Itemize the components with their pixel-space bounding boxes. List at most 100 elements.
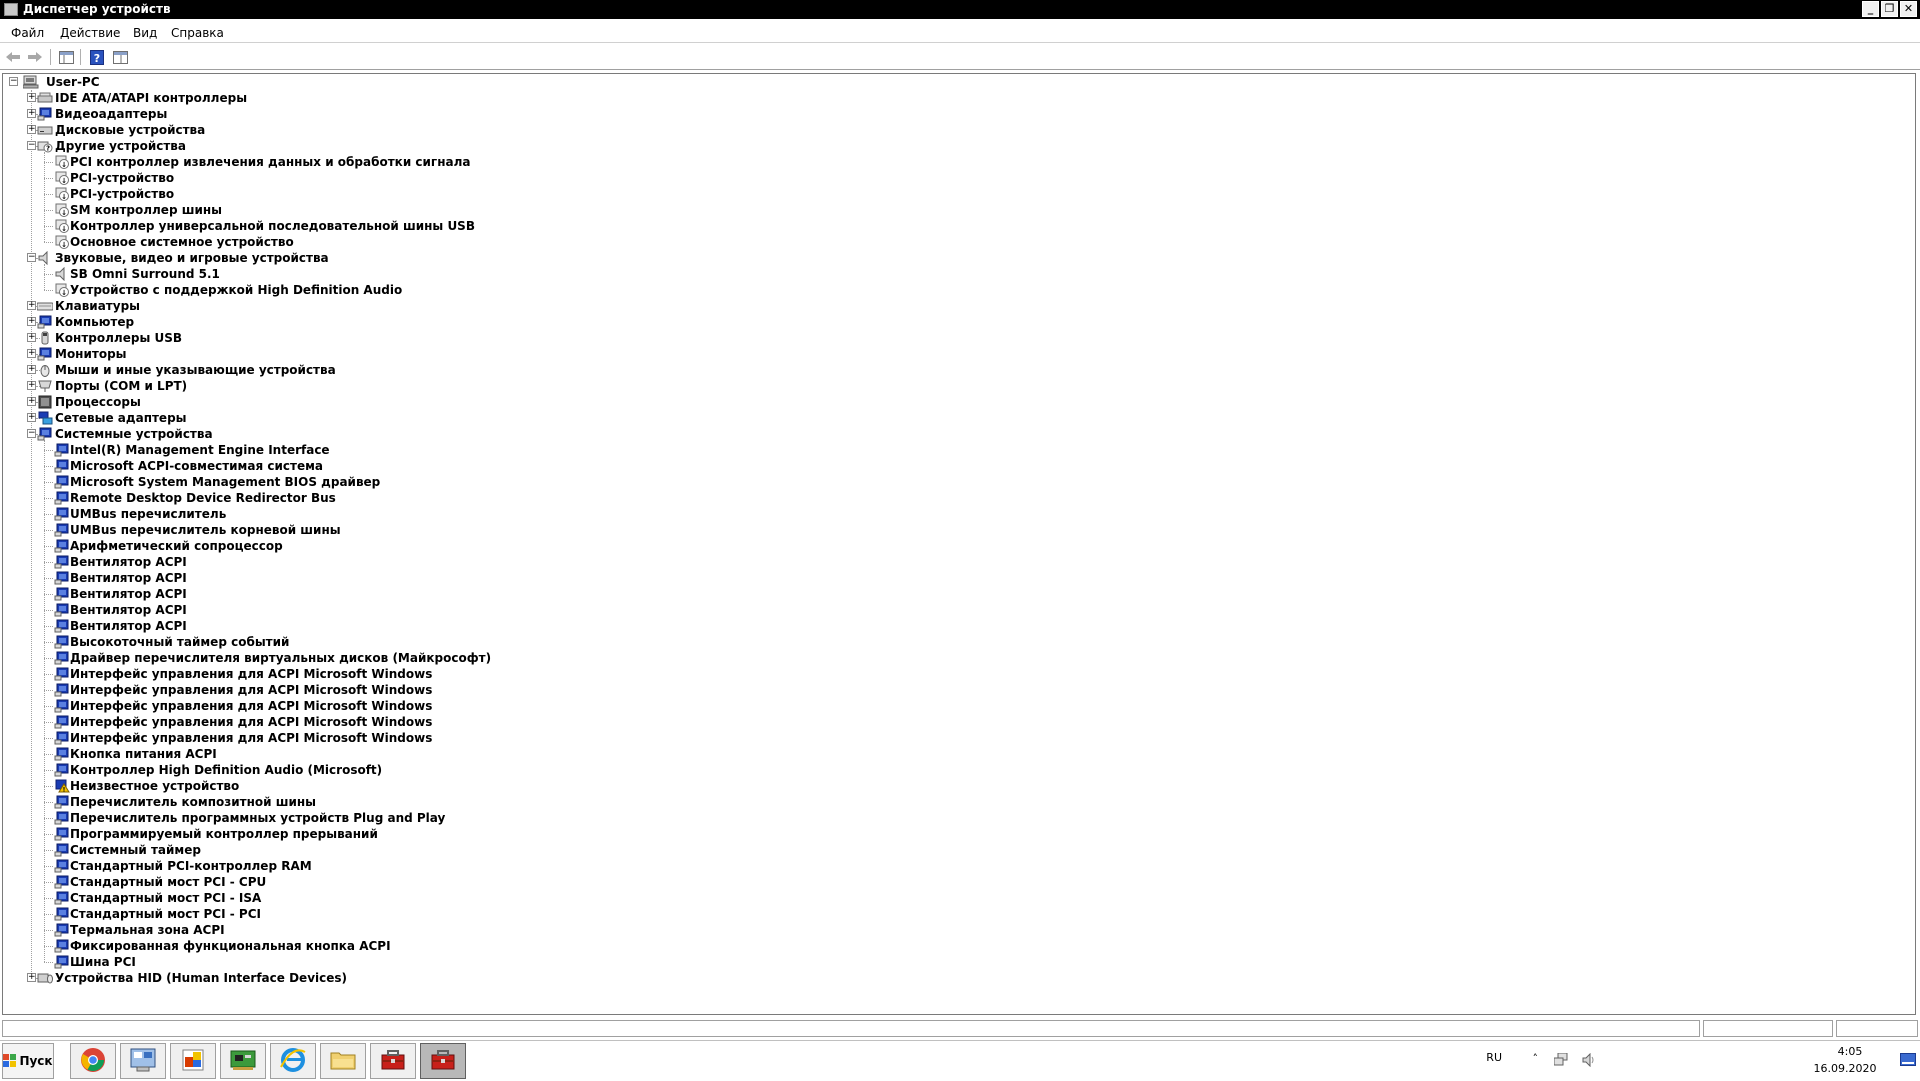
system-device-icon xyxy=(54,875,70,889)
system-device-icon xyxy=(54,891,70,905)
taskbar: Пуск RU ˄ 4:05 16.09.2020 xyxy=(0,1040,1920,1080)
expand-toggle[interactable]: + xyxy=(27,93,36,102)
tree-category-label: Дисковые устройства xyxy=(55,123,206,137)
port-icon xyxy=(37,379,53,393)
status-bar xyxy=(0,1018,1920,1040)
ide-controller-icon xyxy=(37,91,53,105)
collapse-root-toggle[interactable]: − xyxy=(9,77,18,86)
taskbar-app-toolbox[interactable] xyxy=(370,1043,416,1079)
tree-device-label: Перечислитель программных устройств Plug… xyxy=(70,811,446,825)
system-device-icon xyxy=(54,715,70,729)
expand-toggle[interactable]: + xyxy=(27,973,36,982)
expand-toggle[interactable]: + xyxy=(27,301,36,310)
system-device-icon xyxy=(54,699,70,713)
show-hidden-icons-icon[interactable]: ˄ xyxy=(1533,1052,1539,1065)
computer-icon xyxy=(37,315,53,329)
clock-time[interactable]: 4:05 xyxy=(1820,1045,1880,1058)
help-icon[interactable]: ? xyxy=(88,49,106,65)
system-device-icon xyxy=(54,571,70,585)
menu-view[interactable]: Вид xyxy=(133,26,157,40)
expand-toggle[interactable]: + xyxy=(27,333,36,342)
collapse-toggle[interactable]: − xyxy=(27,141,36,150)
tree-category-label: Компьютер xyxy=(55,315,135,329)
svg-text:↓: ↓ xyxy=(61,177,67,185)
status-cell-main xyxy=(2,1020,1700,1037)
tree-device-label: Термальная зона ACPI xyxy=(70,923,225,937)
expand-toggle[interactable]: + xyxy=(27,365,36,374)
expand-toggle[interactable]: + xyxy=(27,317,36,326)
system-device-icon xyxy=(54,827,70,841)
expand-toggle[interactable]: + xyxy=(27,109,36,118)
start-button[interactable]: Пуск xyxy=(2,1043,54,1079)
taskbar-app-control-panel[interactable] xyxy=(120,1043,166,1079)
toolbox-icon xyxy=(429,1047,457,1076)
restore-button[interactable]: ❐ xyxy=(1881,1,1898,17)
tree-device-label: PCI-устройство xyxy=(70,187,175,201)
taskbar-app-office[interactable] xyxy=(170,1043,216,1079)
tree-category-label: Мониторы xyxy=(55,347,127,361)
sound-icon xyxy=(54,266,70,282)
tree-category-label: IDE ATA/ATAPI контроллеры xyxy=(55,91,248,105)
minimize-button[interactable]: _ xyxy=(1862,1,1879,17)
system-device-icon xyxy=(54,859,70,873)
expand-toggle[interactable]: + xyxy=(27,349,36,358)
expand-toggle[interactable]: + xyxy=(27,413,36,422)
collapse-toggle[interactable]: − xyxy=(27,253,36,262)
network-icon[interactable] xyxy=(1554,1053,1570,1067)
collapse-toggle[interactable]: − xyxy=(27,429,36,438)
tree-device-label: Интерфейс управления для ACPI Microsoft … xyxy=(70,715,433,729)
svg-text:↓: ↓ xyxy=(61,161,67,169)
back-arrow-icon[interactable] xyxy=(4,49,22,65)
computer-icon xyxy=(22,75,39,89)
svg-text:!: ! xyxy=(63,787,66,794)
display-adapter-icon xyxy=(37,107,53,121)
tree-device-label: Арифметический сопроцессор xyxy=(70,539,283,553)
svg-text:↓: ↓ xyxy=(61,289,67,297)
network-adapter-icon xyxy=(37,411,53,425)
tree-device-label: Устройство с поддержкой High Definition … xyxy=(70,283,403,297)
system-device-icon xyxy=(54,651,70,665)
taskbar-app-chrome[interactable] xyxy=(70,1043,116,1079)
system-device-icon xyxy=(54,795,70,809)
language-indicator[interactable]: RU xyxy=(1486,1051,1502,1064)
forward-arrow-icon[interactable] xyxy=(26,49,44,65)
properties-pane-icon[interactable] xyxy=(111,49,129,65)
tree-device-label: Неизвестное устройство xyxy=(70,779,240,793)
svg-text:↓: ↓ xyxy=(61,241,67,249)
close-button[interactable]: ✕ xyxy=(1900,1,1917,17)
tree-device-label: SB Omni Surround 5.1 xyxy=(70,267,220,281)
tree-category-label: Сетевые адаптеры xyxy=(55,411,187,425)
system-device-icon xyxy=(54,683,70,697)
clock-date[interactable]: 16.09.2020 xyxy=(1810,1062,1880,1075)
show-hide-tree-icon[interactable] xyxy=(57,49,75,65)
tree-category-label: Клавиатуры xyxy=(55,299,141,313)
unknown-device-icon: ↓ xyxy=(54,187,70,201)
menu-action[interactable]: Действие xyxy=(60,26,120,40)
tree-device-label: PCI контроллер извлечения данных и обраб… xyxy=(70,155,471,169)
tree-device-label: Фиксированная функциональная кнопка ACPI xyxy=(70,939,391,953)
expand-toggle[interactable]: + xyxy=(27,397,36,406)
tree-category-label: Звуковые, видео и игровые устройства xyxy=(55,251,329,265)
tree-category-label: Контроллеры USB xyxy=(55,331,183,345)
device-tree[interactable]: − User-PC + IDE ATA/ATAPI контроллеры + Вид… xyxy=(2,73,1916,1015)
taskbar-app-internet-explorer[interactable] xyxy=(270,1043,316,1079)
taskbar-app-explorer-folder[interactable] xyxy=(320,1043,366,1079)
menu-help[interactable]: Справка xyxy=(171,26,224,40)
volume-icon[interactable] xyxy=(1582,1053,1596,1067)
expand-toggle[interactable]: + xyxy=(27,381,36,390)
system-device-icon xyxy=(54,635,70,649)
show-desktop-icon[interactable] xyxy=(1900,1053,1916,1067)
expand-toggle[interactable]: + xyxy=(27,125,36,134)
tree-device-label: Контроллер универсальной последовательно… xyxy=(70,219,475,233)
menu-file[interactable]: Файл xyxy=(11,26,44,40)
tree-root-label: User-PC xyxy=(46,75,100,89)
hid-icon xyxy=(37,971,53,985)
office-icon xyxy=(180,1047,206,1076)
system-device-icon xyxy=(54,459,70,473)
taskbar-app-hardware[interactable] xyxy=(220,1043,266,1079)
tree-device-label: Remote Desktop Device Redirector Bus xyxy=(70,491,336,505)
taskbar-app-toolbox[interactable] xyxy=(420,1043,466,1079)
tree-device-label: Microsoft System Management BIOS драйвер xyxy=(70,475,381,489)
sound-icon xyxy=(37,250,53,266)
unknown-device-icon: ↓ xyxy=(54,235,70,249)
